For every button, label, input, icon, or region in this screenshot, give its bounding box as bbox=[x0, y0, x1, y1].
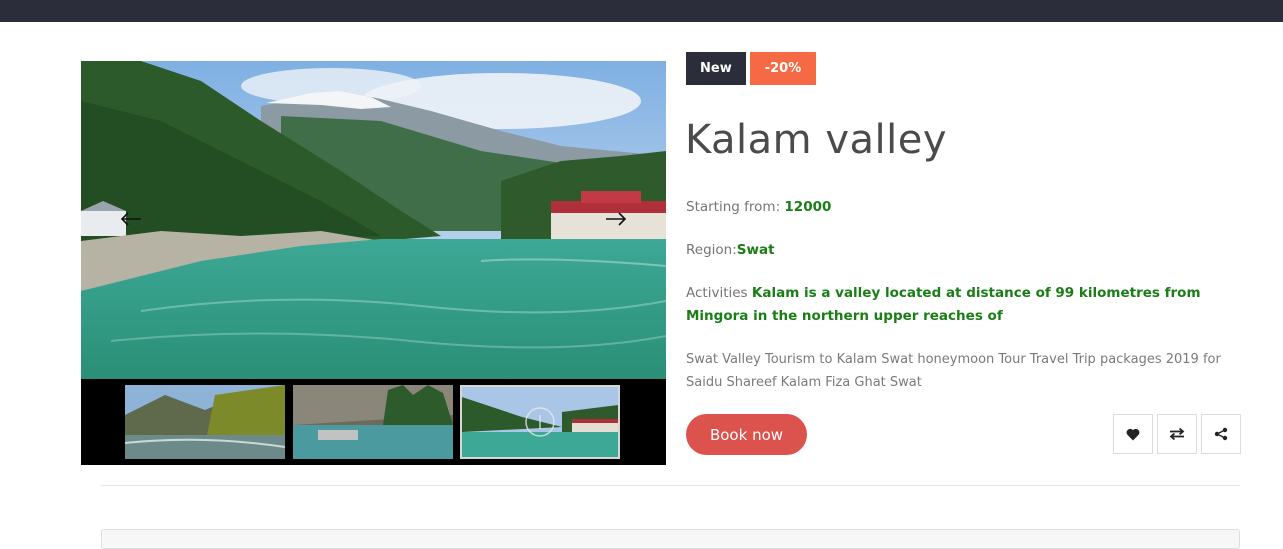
thumbnail-3[interactable] bbox=[460, 385, 620, 459]
book-now-button[interactable]: Book now bbox=[686, 414, 807, 455]
badge-group: New -20% bbox=[686, 52, 817, 85]
price-line: Starting from: 12000 bbox=[686, 196, 831, 219]
tour-title: Kalam valley bbox=[685, 117, 948, 163]
section-divider bbox=[101, 485, 1240, 486]
tour-description: Swat Valley Tourism to Kalam Swat honeym… bbox=[686, 352, 1221, 390]
compare-arrows-icon bbox=[1169, 427, 1185, 441]
compare-button[interactable] bbox=[1157, 414, 1197, 454]
heart-icon bbox=[1126, 428, 1140, 440]
main-image[interactable] bbox=[81, 61, 666, 379]
activities-line: Activities Kalam is a valley located at … bbox=[686, 282, 1241, 328]
region-line: Region:Swat bbox=[686, 239, 775, 262]
thumbnail-1[interactable] bbox=[125, 385, 285, 459]
share-button[interactable] bbox=[1201, 414, 1241, 454]
discount-badge: -20% bbox=[749, 52, 817, 85]
gallery-next-button[interactable] bbox=[598, 201, 634, 237]
region-label: Region: bbox=[686, 242, 737, 258]
price-label: Starting from: bbox=[686, 199, 785, 215]
thumbnail-2[interactable] bbox=[293, 385, 453, 459]
top-bar bbox=[0, 0, 1283, 22]
arrow-right-icon bbox=[606, 212, 627, 226]
thumbnail-strip bbox=[81, 379, 666, 465]
arrow-left-icon bbox=[120, 212, 141, 226]
details-panel bbox=[101, 529, 1240, 549]
activities-label: Activities bbox=[686, 285, 752, 301]
share-icon bbox=[1214, 427, 1228, 441]
wishlist-button[interactable] bbox=[1113, 414, 1153, 454]
tour-gallery bbox=[81, 61, 666, 465]
gallery-prev-button[interactable] bbox=[113, 201, 149, 237]
region-value: Swat bbox=[736, 242, 775, 258]
new-badge: New bbox=[686, 52, 746, 85]
activities-value: Kalam is a valley located at distance of… bbox=[686, 285, 1201, 324]
price-value: 12000 bbox=[784, 199, 832, 215]
